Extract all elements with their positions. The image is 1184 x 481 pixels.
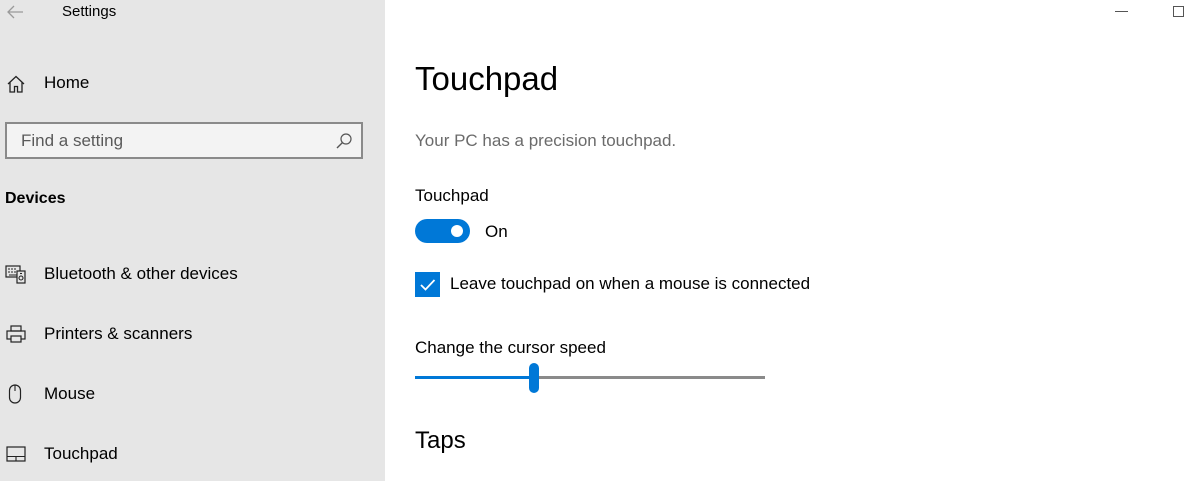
checkmark-icon bbox=[420, 279, 436, 291]
sidebar-item-label: Printers & scanners bbox=[44, 324, 193, 343]
cursor-speed-label: Change the cursor speed bbox=[415, 338, 606, 357]
sidebar-item-touchpad[interactable]: Touchpad bbox=[0, 433, 385, 473]
taps-section-heading: Taps bbox=[415, 427, 466, 454]
back-arrow-icon bbox=[7, 5, 23, 19]
back-button[interactable] bbox=[4, 2, 26, 22]
touchpad-toggle[interactable] bbox=[415, 219, 470, 243]
search-icon[interactable] bbox=[335, 132, 353, 150]
sidebar-item-bluetooth[interactable]: Bluetooth & other devices bbox=[0, 253, 385, 293]
main-content: Touchpad Your PC has a precision touchpa… bbox=[385, 0, 1184, 481]
settings-window: Settings Home Devices bbox=[0, 0, 1184, 481]
sidebar: Settings Home Devices bbox=[0, 0, 385, 481]
search-input[interactable] bbox=[7, 124, 327, 157]
sidebar-item-label: Mouse bbox=[44, 384, 96, 403]
mouse-icon bbox=[5, 383, 27, 405]
sidebar-section-heading: Devices bbox=[5, 190, 66, 207]
home-icon bbox=[5, 73, 27, 95]
slider-fill bbox=[415, 376, 534, 379]
search-box[interactable] bbox=[5, 122, 363, 159]
home-nav-item[interactable]: Home bbox=[0, 64, 385, 102]
sidebar-item-printers[interactable]: Printers & scanners bbox=[0, 313, 385, 353]
touchpad-toggle-label: Touchpad bbox=[415, 186, 489, 205]
leave-touchpad-on-checkbox[interactable] bbox=[415, 272, 440, 297]
sidebar-item-mouse[interactable]: Mouse bbox=[0, 373, 385, 413]
app-title: Settings bbox=[62, 3, 117, 20]
home-label: Home bbox=[44, 73, 90, 92]
sidebar-item-label: Bluetooth & other devices bbox=[44, 264, 238, 283]
bluetooth-devices-icon bbox=[5, 263, 27, 285]
page-title: Touchpad bbox=[415, 60, 559, 97]
touchpad-icon bbox=[5, 443, 27, 465]
page-subtitle: Your PC has a precision touchpad. bbox=[415, 131, 677, 150]
printer-icon bbox=[5, 323, 27, 345]
cursor-speed-slider[interactable] bbox=[415, 362, 765, 394]
slider-thumb[interactable] bbox=[529, 363, 539, 393]
leave-touchpad-on-label: Leave touchpad on when a mouse is connec… bbox=[450, 274, 811, 293]
sidebar-item-label: Touchpad bbox=[44, 444, 118, 463]
toggle-state-label: On bbox=[485, 222, 508, 241]
toggle-knob bbox=[451, 225, 463, 237]
